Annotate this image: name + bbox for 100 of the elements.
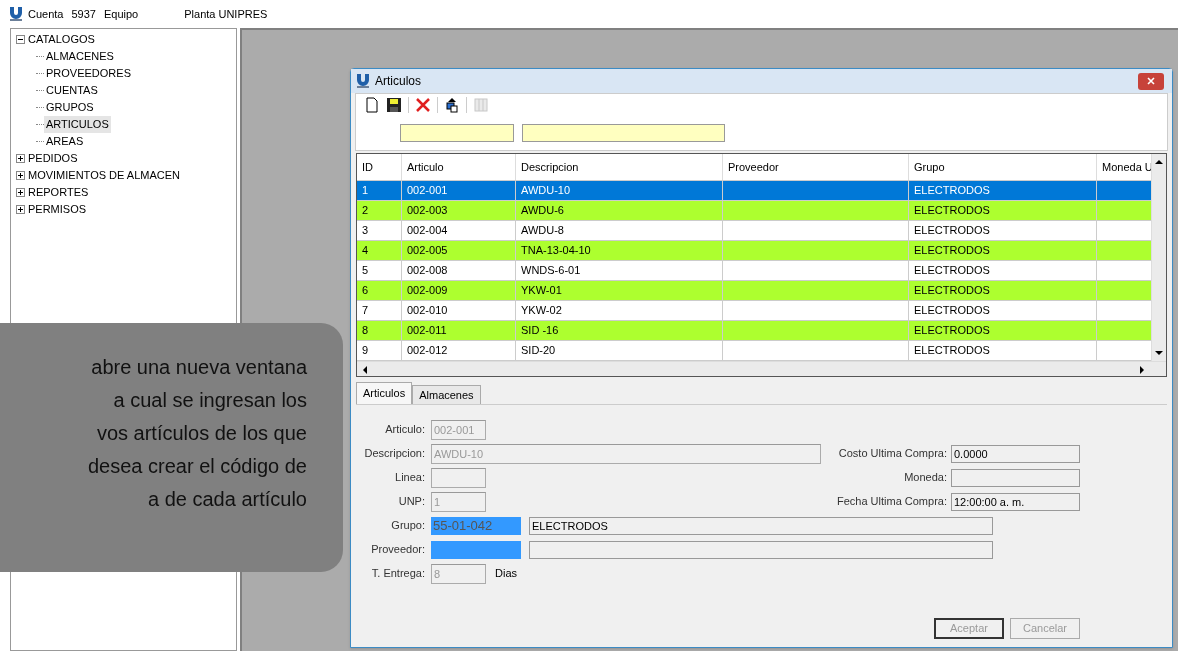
table-row[interactable]: 4 002-005 TNA-13-04-10 ELECTRODOS — [357, 241, 1151, 261]
table-cell: AWDU-10 — [516, 181, 723, 200]
field-label: Articulo: — [384, 422, 426, 438]
table-row[interactable]: 5 002-008 WNDS-6-01 ELECTRODOS — [357, 261, 1151, 281]
import-icon[interactable] — [444, 97, 460, 113]
table-row[interactable]: 1 002-001 AWDU-10 ELECTRODOS — [357, 181, 1151, 201]
field-label: Costo Ultima Compra: — [838, 446, 948, 462]
logo-icon — [355, 73, 371, 89]
tree-item[interactable]: ARTICULOS — [44, 116, 111, 133]
table-cell: SID -16 — [516, 321, 723, 340]
callout-text: abre una nueva ventana — [90, 355, 307, 380]
expand-icon[interactable] — [16, 154, 25, 163]
horizontal-scrollbar[interactable] — [357, 361, 1166, 376]
column-header[interactable]: Proveedor — [723, 154, 909, 180]
window-title: Articulos — [375, 73, 421, 90]
text-field[interactable] — [529, 540, 993, 559]
tab[interactable]: Almacenes — [412, 385, 481, 404]
table-cell: 002-008 — [402, 261, 516, 280]
table-row[interactable]: 2 002-003 AWDU-6 ELECTRODOS — [357, 201, 1151, 221]
field-label: Descripcion: — [363, 446, 426, 462]
field-label: UNP: — [397, 494, 426, 510]
filter-field[interactable] — [522, 124, 725, 142]
table-cell: ELECTRODOS — [909, 281, 1097, 300]
table-cell: 002-004 — [402, 221, 516, 240]
column-header[interactable]: Descripcion — [516, 154, 723, 180]
column-header[interactable]: Articulo — [402, 154, 516, 180]
logo-icon — [8, 6, 24, 22]
collapse-icon[interactable] — [16, 35, 25, 44]
table-cell: 002-011 — [402, 321, 516, 340]
table-cell: 002-010 — [402, 301, 516, 320]
tree-item[interactable]: CATALOGOS — [27, 31, 96, 48]
table-cell: 002-012 — [402, 341, 516, 360]
field-label: Proveedor: — [370, 542, 426, 558]
close-icon — [1147, 77, 1155, 85]
tree-item[interactable]: PEDIDOS — [27, 150, 79, 167]
table-cell: AWDU-6 — [516, 201, 723, 220]
table-row[interactable]: 3 002-004 AWDU-8 ELECTRODOS — [357, 221, 1151, 241]
text-field[interactable] — [431, 467, 486, 488]
field-label: Fecha Ultima Compra: — [836, 494, 948, 510]
tree-item[interactable]: GRUPOS — [44, 99, 96, 116]
tree-item[interactable]: ALMACENES — [44, 48, 116, 65]
team-label: Equipo — [103, 6, 139, 22]
table-cell: ELECTRODOS — [909, 181, 1097, 200]
table-cell: 9 — [357, 341, 402, 360]
tree-item[interactable]: REPORTES — [27, 184, 90, 201]
table-cell: 2 — [357, 201, 402, 220]
scroll-up-icon[interactable] — [1155, 158, 1163, 166]
expand-icon[interactable] — [16, 188, 25, 197]
vertical-scrollbar[interactable] — [1151, 154, 1166, 361]
table-cell: YKW-02 — [516, 301, 723, 320]
field-label: Linea: — [394, 470, 426, 486]
delete-icon[interactable] — [415, 97, 431, 113]
callout-text: a cual se ingresan los — [112, 388, 307, 413]
callout-text: vos artículos de los que — [95, 421, 307, 446]
callout-text: a de cada artículo — [147, 487, 307, 512]
tree-item[interactable]: AREAS — [44, 133, 86, 150]
table-cell: 5 — [357, 261, 402, 280]
tab[interactable]: Articulos — [356, 382, 413, 404]
save-icon[interactable] — [386, 97, 402, 113]
table-cell: 002-003 — [402, 201, 516, 220]
text-field[interactable]: ELECTRODOS — [529, 516, 993, 535]
table-cell: ELECTRODOS — [909, 341, 1097, 360]
close-button[interactable] — [1138, 72, 1164, 90]
table-cell: 6 — [357, 281, 402, 300]
filter-field[interactable] — [400, 124, 514, 142]
account-label: Cuenta — [28, 6, 64, 22]
callout-text: desea crear el código de — [86, 454, 307, 479]
table-cell: 8 — [357, 321, 402, 340]
unit-label: Dias — [495, 566, 517, 582]
text-field[interactable] — [951, 468, 1080, 487]
tree-item[interactable]: CUENTAS — [44, 82, 100, 99]
table-row[interactable]: 7 002-010 YKW-02 ELECTRODOS — [357, 301, 1151, 321]
scroll-down-icon[interactable] — [1155, 349, 1163, 357]
column-header[interactable]: ID — [357, 154, 402, 180]
plant-label: Planta UNIPRES — [184, 6, 268, 22]
table-row[interactable]: 8 002-011 SID -16 ELECTRODOS — [357, 321, 1151, 341]
table-cell: ELECTRODOS — [909, 221, 1097, 240]
scroll-left-icon[interactable] — [361, 365, 369, 374]
account-number: 5937 — [71, 6, 96, 22]
text-field[interactable]: 12:00:00 a. m. — [951, 492, 1080, 511]
tree-item[interactable]: PROVEEDORES — [44, 65, 133, 82]
table-cell: ELECTRODOS — [909, 241, 1097, 260]
table-row[interactable]: 6 002-009 YKW-01 ELECTRODOS — [357, 281, 1151, 301]
expand-icon[interactable] — [16, 205, 25, 214]
table-cell: AWDU-8 — [516, 221, 723, 240]
field-label: Grupo: — [390, 518, 426, 534]
table-cell: TNA-13-04-10 — [516, 241, 723, 260]
tree-item[interactable]: PERMISOS — [27, 201, 88, 218]
expand-icon[interactable] — [16, 171, 25, 180]
code-field[interactable] — [431, 540, 521, 559]
table-cell: WNDS-6-01 — [516, 261, 723, 280]
text-field[interactable]: 0.0000 — [951, 444, 1080, 463]
field-label: Moneda: — [904, 470, 948, 486]
tree-item[interactable]: MOVIMIENTOS DE ALMACEN — [27, 167, 181, 184]
scroll-right-icon[interactable] — [1138, 365, 1146, 374]
new-document-icon[interactable] — [364, 97, 380, 113]
table-row[interactable]: 9 002-012 SID-20 ELECTRODOS — [357, 341, 1151, 361]
column-header[interactable]: Grupo — [909, 154, 1097, 180]
table-cell: SID-20 — [516, 341, 723, 360]
table-cell: ELECTRODOS — [909, 301, 1097, 320]
